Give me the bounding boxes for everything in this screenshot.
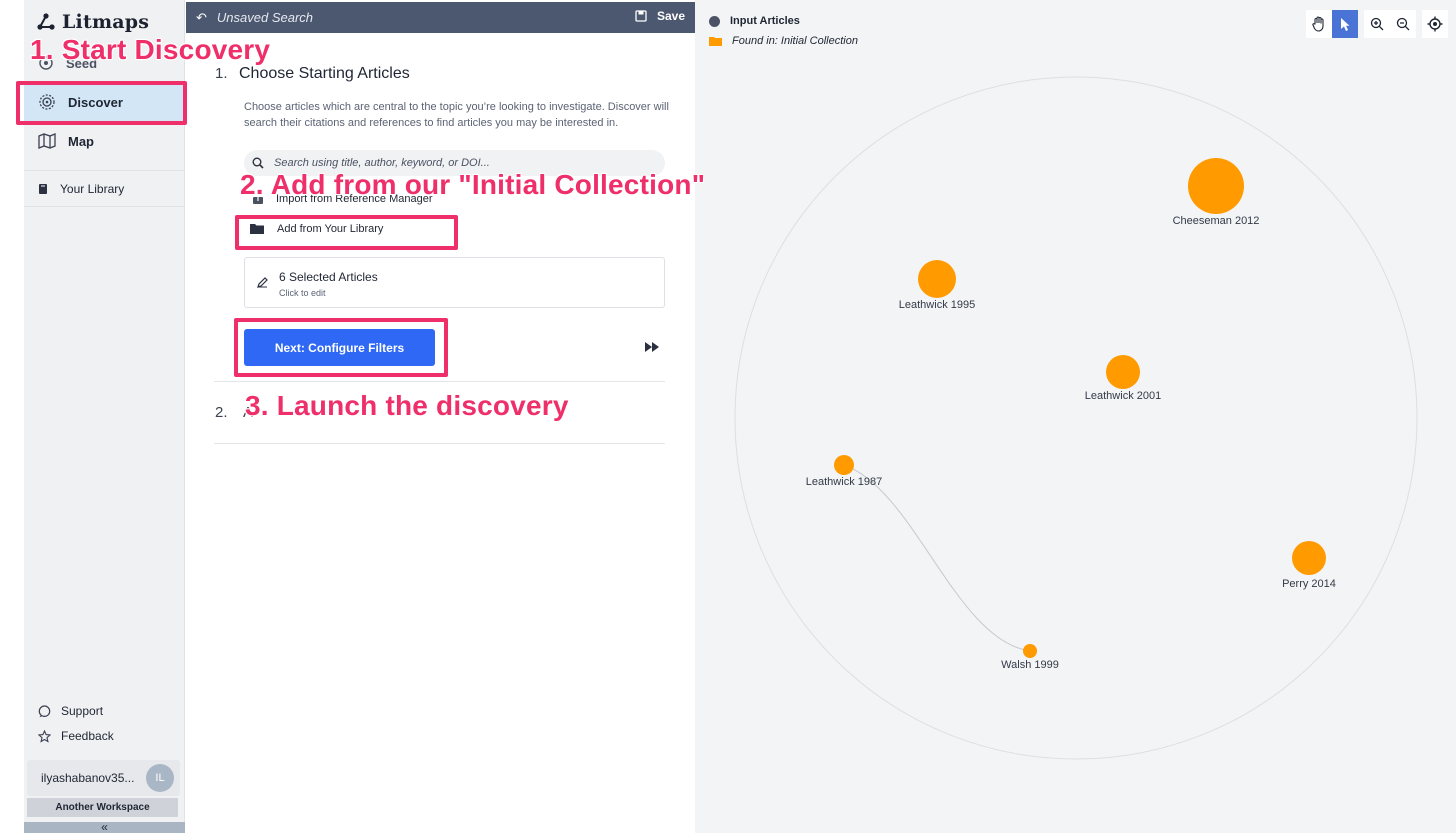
feedback-link[interactable]: Feedback: [38, 729, 114, 743]
sidebar: Litmaps Seed Discover Map Your Library S…: [24, 0, 185, 833]
save-icon: [635, 10, 647, 22]
map-boundary-circle: [734, 76, 1418, 760]
node-leathwick-1995[interactable]: [918, 260, 956, 298]
sidebar-divider: [24, 206, 185, 207]
node-label: Leathwick 2001: [1084, 390, 1162, 402]
library-icon: [39, 184, 47, 194]
step-description: Choose articles which are central to the…: [244, 101, 669, 129]
folder-icon: [250, 224, 264, 234]
sidebar-item-label: Discover: [68, 94, 123, 110]
search-input[interactable]: [274, 157, 654, 169]
support-link[interactable]: Support: [38, 704, 103, 718]
node-label: Cheeseman 2012: [1172, 215, 1260, 227]
sidebar-item-discover[interactable]: Discover: [24, 83, 185, 121]
map-panel[interactable]: Input Articles Found in: Initial Collect…: [695, 0, 1456, 833]
app-root: Litmaps Seed Discover Map Your Library S…: [0, 0, 1456, 833]
node-perry-2014[interactable]: [1292, 541, 1326, 575]
selected-articles-card[interactable]: 6 Selected Articles Click to edit: [244, 257, 665, 308]
collapse-sidebar-button[interactable]: «: [24, 821, 185, 833]
node-leathwick-1987[interactable]: [834, 455, 854, 475]
fast-forward-icon[interactable]: [644, 341, 660, 353]
step-title: Choose Starting Articles: [239, 65, 410, 82]
add-from-library[interactable]: Add from Your Library: [249, 222, 383, 235]
node-label: Walsh 1999: [1001, 659, 1059, 671]
search-title[interactable]: Unsaved Search: [217, 10, 313, 25]
user-menu[interactable]: ilyashabanov35... IL: [27, 760, 180, 796]
avatar[interactable]: IL: [146, 764, 174, 792]
workspace-switcher[interactable]: Another Workspace: [27, 798, 178, 817]
node-leathwick-2001[interactable]: [1106, 355, 1140, 389]
step-number: 2.: [215, 404, 228, 421]
chat-icon: [38, 704, 51, 717]
search-topbar: ↶ Unsaved Search Save: [186, 2, 695, 33]
search-icon: [252, 157, 264, 169]
username: ilyashabanov35...: [41, 771, 135, 785]
app-name: Litmaps: [62, 11, 150, 33]
step-number: 1.: [215, 65, 228, 82]
app-logo[interactable]: Litmaps: [36, 10, 149, 34]
node-cheeseman-2012[interactable]: [1188, 158, 1244, 214]
litmaps-logo-icon: [37, 13, 55, 30]
pencil-icon: [257, 277, 268, 288]
sidebar-item-map[interactable]: Map: [24, 122, 185, 160]
sidebar-item-label: Your Library: [60, 182, 125, 196]
left-margin: [0, 0, 24, 833]
node-label: Leathwick 1995: [898, 299, 976, 311]
save-button[interactable]: Save: [635, 9, 685, 23]
annotation-step-2: 2. Add from our "Initial Collection": [240, 169, 706, 200]
citation-link: [843, 464, 1031, 652]
step-divider: [214, 381, 665, 382]
save-label: Save: [656, 9, 685, 23]
node-walsh-1999[interactable]: [1023, 644, 1037, 658]
star-icon: [38, 729, 51, 743]
annotation-step-3: 3. Launch the discovery: [245, 390, 569, 421]
support-label: Support: [61, 704, 104, 718]
discover-icon: [39, 94, 55, 110]
feedback-label: Feedback: [61, 729, 114, 743]
map-icon: [38, 133, 56, 149]
step-divider: [214, 443, 665, 444]
next-configure-filters-button[interactable]: Next: Configure Filters: [244, 329, 435, 366]
annotation-step-1: 1. Start Discovery: [30, 34, 271, 65]
node-label: Perry 2014: [1282, 578, 1336, 590]
sidebar-divider: [24, 170, 185, 171]
sidebar-item-library[interactable]: Your Library: [24, 172, 185, 206]
selected-hint: Click to edit: [279, 288, 326, 298]
sidebar-item-label: Map: [68, 133, 94, 149]
add-library-label: Add from Your Library: [277, 222, 384, 235]
citation-map[interactable]: [695, 0, 1456, 833]
undo-icon[interactable]: ↶: [196, 10, 207, 26]
selected-count: 6 Selected Articles: [279, 270, 378, 284]
node-label: Leathwick 1987: [805, 476, 883, 488]
